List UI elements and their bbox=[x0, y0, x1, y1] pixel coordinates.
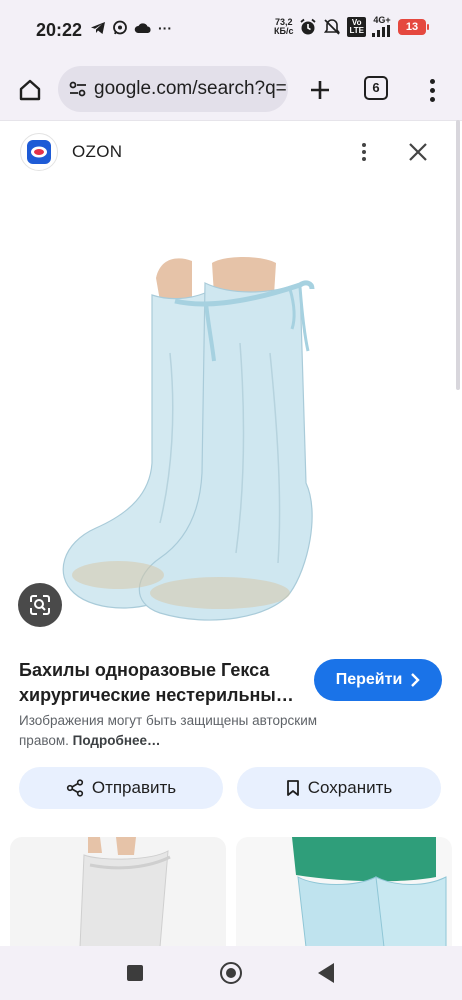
navigation-bar bbox=[0, 946, 462, 1000]
network-type: 4G+ bbox=[373, 15, 391, 25]
url-text: google.com/search?q= bbox=[94, 78, 287, 99]
system-icons: 73,2 КБ/с Vo LTE 4G+ 13 bbox=[274, 16, 429, 37]
related-image-graphic bbox=[79, 837, 171, 947]
home-button[interactable] bbox=[14, 74, 46, 106]
lens-icon bbox=[30, 595, 50, 615]
result-title[interactable]: Бахилы одноразовые Гекса хирургические н… bbox=[19, 658, 304, 708]
net-speed: 73,2 КБ/с bbox=[274, 17, 294, 36]
back-icon[interactable] bbox=[318, 963, 334, 983]
plus-icon bbox=[311, 81, 329, 99]
menu-icon-dot bbox=[429, 87, 435, 93]
source-logo[interactable] bbox=[20, 133, 58, 171]
more-notifications-indicator: ··· bbox=[158, 20, 172, 36]
battery-indicator: 13 bbox=[398, 18, 429, 35]
scroll-indicator[interactable] bbox=[456, 120, 460, 390]
image-result-panel: OZON Бахилы одноразовые Гекса хирургичес… bbox=[0, 120, 462, 947]
related-image[interactable] bbox=[10, 837, 226, 947]
address-bar[interactable]: google.com/search?q= bbox=[58, 66, 288, 112]
menu-button[interactable] bbox=[420, 74, 444, 106]
more-vert-icon[interactable] bbox=[352, 139, 376, 165]
telegram-icon bbox=[91, 22, 105, 34]
related-image-graphic bbox=[292, 837, 447, 947]
related-image[interactable] bbox=[236, 837, 452, 947]
learn-more-link[interactable]: Подробнее… bbox=[73, 733, 161, 748]
bookmark-icon bbox=[286, 780, 299, 796]
share-icon bbox=[66, 779, 83, 797]
new-tab-button[interactable] bbox=[304, 74, 336, 106]
close-icon bbox=[409, 143, 427, 161]
source-row: OZON bbox=[0, 121, 462, 183]
save-label: Сохранить bbox=[307, 778, 393, 797]
whatsapp-icon bbox=[113, 20, 127, 35]
signal-indicator: 4G+ bbox=[372, 16, 392, 37]
volte-badge: Vo LTE bbox=[347, 16, 366, 37]
notification-icons: ··· bbox=[90, 20, 172, 36]
lens-button[interactable] bbox=[18, 583, 62, 627]
cloud-icon bbox=[134, 23, 151, 33]
home-icon bbox=[19, 79, 41, 101]
signal-icon bbox=[372, 25, 390, 37]
alarm-icon bbox=[300, 18, 317, 34]
mute-icon bbox=[324, 18, 341, 35]
status-bar: 20:22 ··· 73,2 КБ/с Vo LTE 4G+ 13 bbox=[0, 0, 462, 60]
browser-toolbar: google.com/search?q= 6 bbox=[0, 60, 462, 120]
copyright-notice: Изображения могут быть защищены авторски… bbox=[19, 711, 359, 751]
visit-button[interactable]: Перейти bbox=[314, 659, 442, 701]
save-button[interactable]: Сохранить bbox=[237, 767, 441, 809]
product-image[interactable] bbox=[0, 183, 462, 643]
visit-button-label: Перейти bbox=[335, 671, 403, 688]
share-label: Отправить bbox=[91, 778, 177, 797]
status-time: 20:22 bbox=[36, 20, 83, 40]
net-speed-unit: КБ/с bbox=[274, 25, 294, 36]
home-nav-icon[interactable] bbox=[220, 962, 242, 984]
menu-icon-dot bbox=[429, 96, 435, 102]
menu-icon-dot bbox=[429, 78, 435, 84]
tune-icon[interactable] bbox=[68, 79, 88, 99]
volte-bottom: LTE bbox=[349, 25, 364, 35]
recent-apps-icon[interactable] bbox=[127, 965, 143, 981]
ozon-logo-icon bbox=[27, 140, 51, 164]
close-button[interactable] bbox=[404, 138, 432, 166]
chevron-right-icon bbox=[411, 673, 420, 687]
tabs-button[interactable]: 6 bbox=[364, 76, 388, 100]
source-name[interactable]: OZON bbox=[72, 142, 122, 162]
copyright-text: Изображения могут быть защищены авторски… bbox=[19, 713, 318, 748]
share-button[interactable]: Отправить bbox=[19, 767, 223, 809]
